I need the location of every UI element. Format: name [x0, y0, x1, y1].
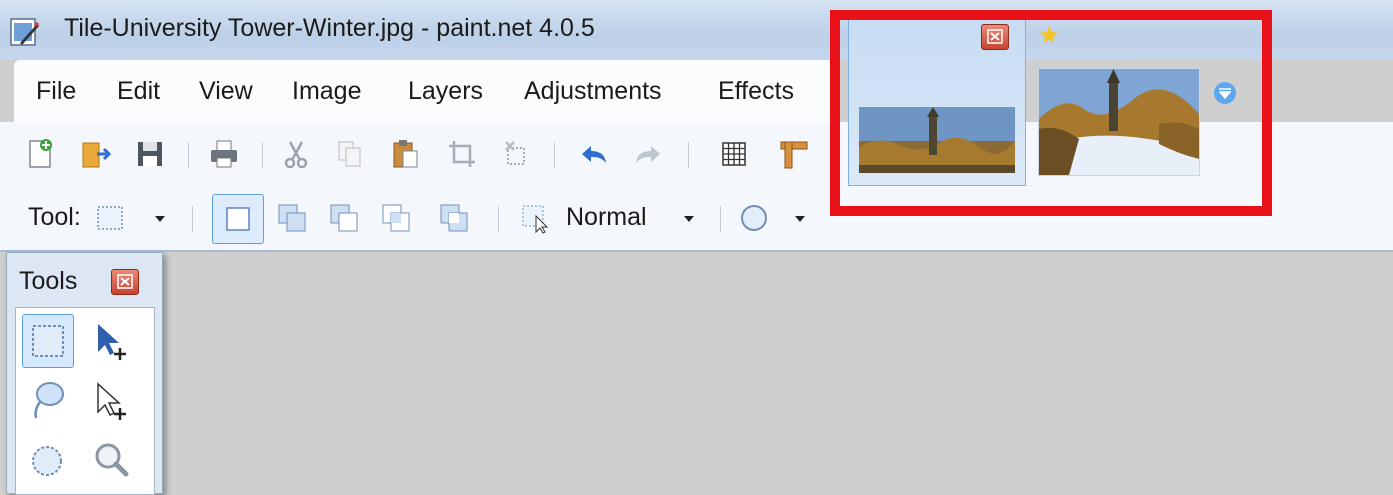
tool-zoom[interactable] [86, 434, 136, 486]
toolbar-separator [720, 206, 721, 232]
exclude-mode-icon[interactable] [328, 202, 360, 234]
replace-mode-icon [226, 207, 250, 231]
deselect-icon[interactable] [500, 138, 532, 170]
tab-list-dropdown-icon[interactable] [1212, 80, 1238, 106]
tool-rectangle-select[interactable] [22, 314, 74, 368]
toolbar-separator [554, 142, 555, 168]
menu-bar: File Edit View Image Layers Adjustments … [14, 60, 834, 122]
paintnet-app-icon[interactable] [10, 17, 40, 47]
toolbar-separator [262, 142, 263, 168]
print-icon[interactable] [208, 138, 240, 170]
menu-file[interactable]: File [36, 77, 76, 106]
antialias-icon[interactable] [738, 202, 770, 234]
rectangle-select-icon [32, 325, 64, 357]
replace-mode-button[interactable] [212, 194, 264, 244]
tools-grid [15, 307, 155, 495]
open-icon[interactable] [80, 138, 112, 170]
antialias-dropdown-arrow[interactable] [795, 216, 805, 222]
paste-icon[interactable] [390, 138, 422, 170]
ruler-icon[interactable] [778, 138, 810, 170]
blend-dropdown-arrow[interactable] [684, 216, 694, 222]
union-mode-icon[interactable] [276, 202, 308, 234]
grid-icon[interactable] [718, 138, 750, 170]
intersect-mode-icon[interactable] [380, 202, 412, 234]
menu-image[interactable]: Image [292, 77, 361, 106]
toolbar-separator [192, 206, 193, 232]
toolbar-separator [188, 142, 189, 168]
move-selection-icon [98, 324, 126, 360]
close-icon [117, 274, 133, 289]
tab-close-button[interactable] [981, 24, 1009, 50]
image-tabs-strip [836, 6, 1393, 190]
unsaved-star-icon [1040, 26, 1058, 43]
rectangle-select-icon[interactable] [94, 202, 126, 234]
undo-icon[interactable] [578, 140, 610, 172]
menu-adjustments[interactable]: Adjustments [524, 77, 662, 106]
tool-options-bar: Tool: Normal [0, 188, 1393, 252]
toolbar-separator [688, 142, 689, 168]
menu-effects[interactable]: Effects [718, 77, 794, 106]
ellipse-select-icon [32, 446, 62, 476]
zoom-icon [95, 443, 129, 477]
redo-icon[interactable] [632, 140, 664, 172]
tool-lasso-select[interactable] [22, 374, 72, 426]
close-icon [987, 29, 1003, 44]
tools-window: Tools [6, 252, 163, 495]
blend-mode-select[interactable]: Normal [566, 203, 647, 232]
toolbar-separator [498, 206, 499, 232]
crop-icon[interactable] [446, 138, 478, 170]
tools-close-button[interactable] [111, 269, 139, 295]
lasso-select-icon [34, 382, 64, 419]
move-selected-icon [97, 382, 126, 420]
tool-move-selection[interactable] [86, 314, 136, 366]
menu-edit[interactable]: Edit [117, 77, 160, 106]
copy-icon[interactable] [334, 138, 366, 170]
image-tab[interactable] [1038, 68, 1200, 176]
tab-thumbnail [1039, 69, 1199, 175]
window-title: Tile-University Tower-Winter.jpg - paint… [64, 14, 595, 42]
tools-window-title: Tools [19, 267, 78, 295]
save-icon[interactable] [134, 138, 166, 170]
cut-icon[interactable] [280, 138, 312, 170]
tool-label: Tool: [28, 203, 81, 231]
tool-ellipse-select[interactable] [22, 434, 72, 486]
tool-move-selected[interactable] [86, 374, 136, 426]
tab-thumbnail [859, 107, 1015, 173]
menu-layers[interactable]: Layers [408, 77, 483, 106]
new-icon[interactable] [24, 138, 56, 170]
tool-dropdown-arrow[interactable] [155, 216, 165, 222]
menu-view[interactable]: View [199, 77, 253, 106]
blend-mode-icon[interactable] [520, 202, 552, 234]
xor-mode-icon[interactable] [438, 202, 470, 234]
